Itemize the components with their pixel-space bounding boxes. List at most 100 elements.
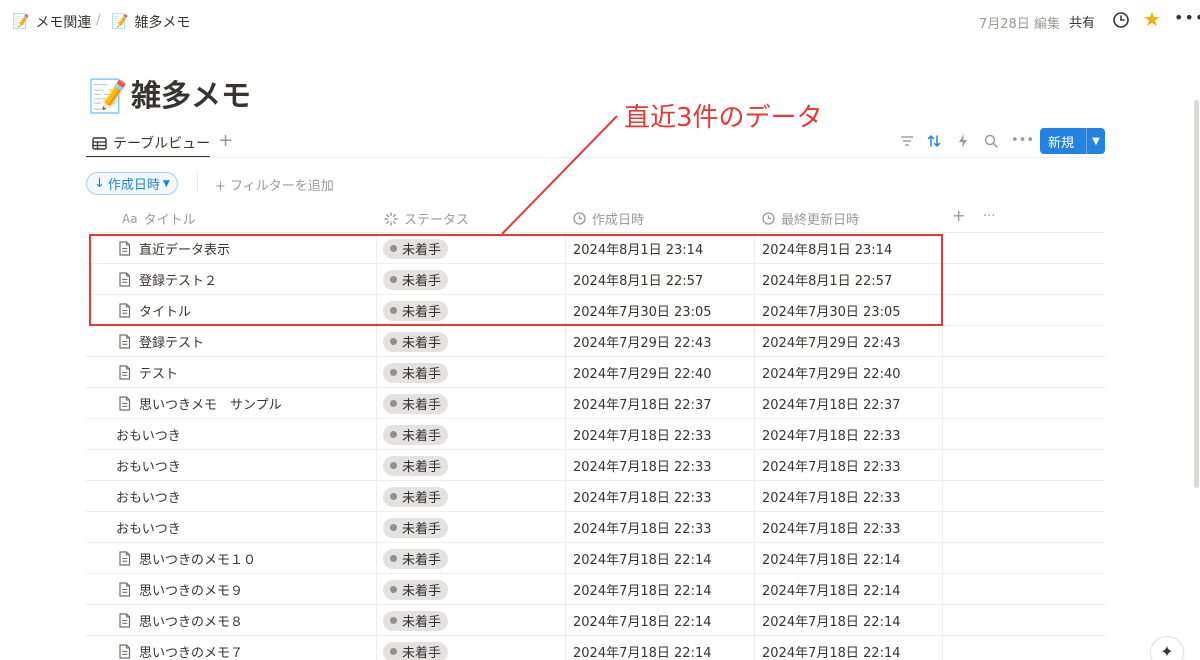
title-cell[interactable]: テスト	[118, 357, 178, 388]
column-more-options[interactable]: ···	[983, 209, 995, 224]
table-row[interactable]: 思いつきメモ サンプル 未着手 2024年7月18日 22:37 2024年7月18日…	[86, 388, 1105, 419]
status-cell[interactable]: 未着手	[383, 574, 449, 605]
table-row[interactable]: 登録テスト 未着手 2024年7月29日 22:43 2024年7月29日 22:43	[86, 326, 1105, 357]
status-cell[interactable]: 未着手	[383, 605, 449, 636]
updated-cell[interactable]: 2024年7月18日 22:33	[762, 419, 901, 450]
breadcrumb-item-zatta-memo[interactable]: 📝 雑多メモ	[111, 12, 190, 32]
status-cell[interactable]: 未着手	[383, 481, 449, 512]
more-options-icon[interactable]: •••	[1174, 8, 1200, 27]
status-dot	[390, 338, 397, 345]
title-cell[interactable]: おもいつき	[116, 450, 181, 481]
table-row[interactable]: おもいつき 未着手 2024年7月18日 22:33 2024年7月18日 22:33	[86, 450, 1105, 481]
created-cell[interactable]: 2024年7月18日 22:33	[573, 419, 712, 450]
column-header-updated[interactable]: 最終更新日時	[762, 209, 859, 228]
filter-icon[interactable]	[899, 133, 915, 149]
updated-cell[interactable]: 2024年7月18日 22:14	[762, 636, 901, 660]
created-cell[interactable]: 2024年7月29日 22:40	[573, 357, 712, 388]
updated-value: 2024年7月29日 22:40	[762, 367, 901, 382]
sort-chip-created[interactable]: ↓ 作成日時 ▼	[86, 172, 178, 195]
status-cell[interactable]: 未着手	[383, 419, 449, 450]
favorite-star-icon[interactable]: ★	[1143, 9, 1161, 29]
add-view-button[interactable]: +	[218, 130, 233, 151]
chevron-down-icon: ▼	[162, 178, 170, 189]
title-cell[interactable]: 思いつきのメモ１０	[118, 543, 256, 574]
table-row[interactable]: 思いつきのメモ１０ 未着手 2024年7月18日 22:14 2024年7月18日 2…	[86, 543, 1105, 574]
cell-divider	[942, 574, 943, 605]
created-cell[interactable]: 2024年7月18日 22:33	[573, 481, 712, 512]
title-cell[interactable]: おもいつき	[116, 481, 181, 512]
status-cell[interactable]: 未着手	[383, 326, 449, 357]
more-view-options-icon[interactable]: •••	[1011, 133, 1034, 149]
status-cell[interactable]: 未着手	[383, 450, 449, 481]
updated-cell[interactable]: 2024年7月18日 22:33	[762, 481, 901, 512]
status-label: 未着手	[402, 367, 442, 382]
status-cell[interactable]: 未着手	[383, 543, 449, 574]
updated-cell[interactable]: 2024年7月18日 22:14	[762, 605, 901, 636]
column-header-title[interactable]: Aa タイトル	[122, 209, 196, 229]
tab-table-view[interactable]: テーブルビュー	[92, 133, 210, 153]
status-cell[interactable]: 未着手	[383, 357, 449, 388]
automation-lightning-icon[interactable]	[955, 133, 971, 149]
title-cell[interactable]: 思いつきメモ サンプル	[118, 388, 282, 419]
page-icon[interactable]: 📝	[88, 78, 128, 114]
share-button[interactable]: 共有	[1069, 12, 1095, 31]
updated-cell[interactable]: 2024年7月18日 22:37	[762, 388, 901, 419]
title-cell[interactable]: おもいつき	[116, 419, 181, 450]
view-divider	[86, 157, 1105, 158]
updated-value: 2024年7月18日 22:33	[762, 491, 901, 506]
page-title[interactable]: 雑多メモ	[131, 79, 251, 115]
title-cell[interactable]: 思いつきのメモ９	[118, 574, 243, 605]
status-dot	[390, 462, 397, 469]
updated-cell[interactable]: 2024年7月18日 22:33	[762, 450, 901, 481]
updated-cell[interactable]: 2024年7月18日 22:14	[762, 543, 901, 574]
title-cell[interactable]: 登録テスト	[118, 326, 204, 357]
updated-value: 2024年7月18日 22:14	[762, 646, 901, 660]
add-filter-button[interactable]: + フィルターを追加	[215, 175, 334, 194]
status-cell[interactable]: 未着手	[383, 512, 449, 543]
annotation-text: 直近3件のデータ	[624, 103, 823, 133]
history-clock-icon[interactable]	[1112, 11, 1130, 29]
created-cell[interactable]: 2024年7月18日 22:14	[573, 636, 712, 660]
created-cell[interactable]: 2024年7月18日 22:33	[573, 450, 712, 481]
created-cell[interactable]: 2024年7月18日 22:14	[573, 605, 712, 636]
created-cell[interactable]: 2024年7月29日 22:43	[573, 326, 712, 357]
chevron-down-icon[interactable]: ▼	[1087, 136, 1105, 147]
table-row[interactable]: テスト 未着手 2024年7月29日 22:40 2024年7月29日 22:40	[86, 357, 1105, 388]
sparkle-ai-icon[interactable]: ✦	[1150, 636, 1184, 660]
scrollbar-thumb[interactable]	[1194, 100, 1199, 488]
arrow-down-icon: ↓	[94, 176, 105, 191]
table-row[interactable]: おもいつき 未着手 2024年7月18日 22:33 2024年7月18日 22:33	[86, 481, 1105, 512]
cell-divider	[565, 450, 566, 481]
updated-cell[interactable]: 2024年7月29日 22:43	[762, 326, 901, 357]
column-header-created[interactable]: 作成日時	[573, 209, 644, 228]
table-row[interactable]: 思いつきのメモ８ 未着手 2024年7月18日 22:14 2024年7月18日 22…	[86, 605, 1105, 636]
title-cell[interactable]: 思いつきのメモ７	[118, 636, 243, 660]
new-button-label: 新規	[1048, 135, 1075, 151]
status-cell[interactable]: 未着手	[383, 388, 449, 419]
table-row[interactable]: 思いつきのメモ９ 未着手 2024年7月18日 22:14 2024年7月18日 22…	[86, 574, 1105, 605]
table-row[interactable]: 思いつきのメモ７ 未着手 2024年7月18日 22:14 2024年7月18日 22…	[86, 636, 1105, 660]
created-cell[interactable]: 2024年7月18日 22:37	[573, 388, 712, 419]
created-cell[interactable]: 2024年7月18日 22:33	[573, 512, 712, 543]
column-header-status[interactable]: ステータス	[384, 209, 469, 228]
created-cell[interactable]: 2024年7月18日 22:14	[573, 543, 712, 574]
scrollbar[interactable]	[1192, 42, 1200, 660]
status-badge: 未着手	[383, 579, 449, 600]
title-cell[interactable]: おもいつき	[116, 512, 181, 543]
new-button[interactable]: 新規 ▼	[1040, 128, 1105, 154]
updated-cell[interactable]: 2024年7月18日 22:33	[762, 512, 901, 543]
document-icon	[119, 365, 131, 380]
updated-cell[interactable]: 2024年7月18日 22:14	[762, 574, 901, 605]
sort-icon[interactable]	[926, 133, 942, 149]
add-column-button[interactable]: +	[952, 206, 965, 225]
search-icon[interactable]	[983, 133, 999, 149]
updated-cell[interactable]: 2024年7月29日 22:40	[762, 357, 901, 388]
table-row[interactable]: おもいつき 未着手 2024年7月18日 22:33 2024年7月18日 22:33	[86, 512, 1105, 543]
table-row[interactable]: おもいつき 未着手 2024年7月18日 22:33 2024年7月18日 22:33	[86, 419, 1105, 450]
breadcrumb-item-memo-kanren[interactable]: 📝 メモ関連	[12, 12, 91, 32]
cell-divider	[376, 543, 377, 574]
status-cell[interactable]: 未着手	[383, 636, 449, 660]
row-title: 思いつきのメモ１０	[139, 553, 257, 568]
title-cell[interactable]: 思いつきのメモ８	[118, 605, 243, 636]
created-cell[interactable]: 2024年7月18日 22:14	[573, 574, 712, 605]
